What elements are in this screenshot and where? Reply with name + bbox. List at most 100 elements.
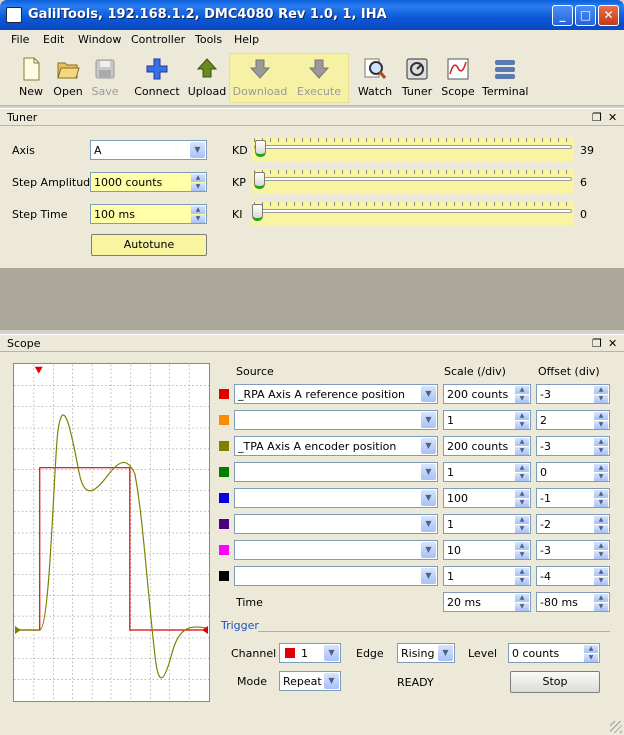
channel-scale-spinbox[interactable]: 1 ▲ ▼: [443, 462, 531, 482]
execute-button[interactable]: Execute: [293, 50, 345, 104]
download-button[interactable]: Download: [232, 50, 288, 104]
channel-scale-spinbox[interactable]: 1 ▲ ▼: [443, 514, 531, 534]
channel-source-select[interactable]: ▼: [234, 462, 438, 482]
spin-up-icon[interactable]: ▲: [594, 490, 608, 498]
channel-source-select[interactable]: _RPA Axis A reference position ▼: [234, 384, 438, 404]
menu-file[interactable]: File: [11, 33, 29, 46]
kd-slider-handle[interactable]: [255, 140, 266, 157]
spin-down-icon[interactable]: ▼: [515, 473, 529, 481]
step-amplitude-spinbox[interactable]: 1000 counts ▲ ▼: [90, 172, 207, 192]
channel-source-select[interactable]: ▼: [234, 566, 438, 586]
mode-select[interactable]: Repeat ▼: [279, 671, 341, 691]
spin-up-icon[interactable]: ▲: [594, 568, 608, 576]
stop-button[interactable]: Stop: [510, 671, 600, 693]
menu-edit[interactable]: Edit: [43, 33, 64, 46]
kp-slider-handle[interactable]: [254, 172, 265, 189]
channel-offset-spinbox[interactable]: -4 ▲ ▼: [536, 566, 610, 586]
time-offset-spinbox[interactable]: -80 ms ▲ ▼: [536, 592, 610, 612]
scope-button[interactable]: Scope: [440, 50, 476, 104]
channel-scale-spinbox[interactable]: 1 ▲ ▼: [443, 566, 531, 586]
axis-select[interactable]: A ▼: [90, 140, 207, 160]
spin-down-icon[interactable]: ▼: [594, 551, 608, 559]
spin-down-icon[interactable]: ▼: [594, 499, 608, 507]
connect-button[interactable]: Connect: [134, 50, 180, 104]
channel-offset-spinbox[interactable]: -1 ▲ ▼: [536, 488, 610, 508]
spin-down-icon[interactable]: ▼: [594, 603, 608, 611]
ki-slider-handle[interactable]: [252, 204, 263, 221]
channel-scale-spinbox[interactable]: 100 ▲ ▼: [443, 488, 531, 508]
spin-down-icon[interactable]: ▼: [584, 654, 598, 662]
scope-float-icon[interactable]: ❐: [592, 337, 602, 350]
channel-offset-spinbox[interactable]: -3 ▲ ▼: [536, 540, 610, 560]
spin-down-icon[interactable]: ▼: [515, 499, 529, 507]
spin-down-icon[interactable]: ▼: [594, 421, 608, 429]
channel-offset-spinbox[interactable]: 0 ▲ ▼: [536, 462, 610, 482]
channel-source-select[interactable]: _TPA Axis A encoder position ▼: [234, 436, 438, 456]
kd-slider[interactable]: [252, 137, 574, 161]
spin-up-icon[interactable]: ▲: [191, 174, 205, 182]
tuner-float-icon[interactable]: ❐: [592, 111, 602, 124]
spin-up-icon[interactable]: ▲: [191, 206, 205, 214]
level-spinbox[interactable]: 0 counts ▲ ▼: [508, 643, 600, 663]
spin-down-icon[interactable]: ▼: [515, 395, 529, 403]
spin-up-icon[interactable]: ▲: [515, 490, 529, 498]
spin-up-icon[interactable]: ▲: [515, 542, 529, 550]
spin-down-icon[interactable]: ▼: [515, 421, 529, 429]
spin-down-icon[interactable]: ▼: [191, 215, 205, 223]
spin-up-icon[interactable]: ▲: [515, 594, 529, 602]
minimize-button[interactable]: _: [552, 5, 573, 26]
menu-help[interactable]: Help: [234, 33, 259, 46]
terminal-button[interactable]: Terminal: [482, 50, 529, 104]
channel-source-select[interactable]: ▼: [234, 514, 438, 534]
channel-offset-spinbox[interactable]: -3 ▲ ▼: [536, 384, 610, 404]
menu-controller[interactable]: Controller: [131, 33, 185, 46]
channel-source-select[interactable]: ▼: [234, 540, 438, 560]
spin-up-icon[interactable]: ▲: [594, 464, 608, 472]
tuner-close-icon[interactable]: ✕: [608, 111, 617, 124]
resize-grip-icon[interactable]: [610, 721, 622, 733]
spin-up-icon[interactable]: ▲: [594, 516, 608, 524]
spin-up-icon[interactable]: ▲: [515, 568, 529, 576]
time-scale-spinbox[interactable]: 20 ms ▲ ▼: [443, 592, 531, 612]
menu-tools[interactable]: Tools: [195, 33, 222, 46]
tuner-button[interactable]: Tuner: [400, 50, 434, 104]
spin-up-icon[interactable]: ▲: [594, 386, 608, 394]
menu-window[interactable]: Window: [78, 33, 121, 46]
spin-down-icon[interactable]: ▼: [594, 525, 608, 533]
channel-scale-spinbox[interactable]: 10 ▲ ▼: [443, 540, 531, 560]
spin-down-icon[interactable]: ▼: [515, 603, 529, 611]
spin-down-icon[interactable]: ▼: [515, 577, 529, 585]
spin-down-icon[interactable]: ▼: [515, 551, 529, 559]
close-button[interactable]: ✕: [598, 5, 619, 26]
channel-offset-spinbox[interactable]: 2 ▲ ▼: [536, 410, 610, 430]
spin-up-icon[interactable]: ▲: [594, 438, 608, 446]
open-button[interactable]: Open: [50, 50, 86, 104]
channel-offset-spinbox[interactable]: -2 ▲ ▼: [536, 514, 610, 534]
autotune-button[interactable]: Autotune: [91, 234, 207, 256]
watch-button[interactable]: Watch: [356, 50, 394, 104]
channel-offset-spinbox[interactable]: -3 ▲ ▼: [536, 436, 610, 456]
channel-scale-spinbox[interactable]: 200 counts ▲ ▼: [443, 384, 531, 404]
ki-slider[interactable]: [252, 201, 574, 225]
step-time-spinbox[interactable]: 100 ms ▲ ▼: [90, 204, 207, 224]
channel-scale-spinbox[interactable]: 1 ▲ ▼: [443, 410, 531, 430]
save-button[interactable]: Save: [88, 50, 122, 104]
spin-down-icon[interactable]: ▼: [515, 447, 529, 455]
spin-up-icon[interactable]: ▲: [515, 464, 529, 472]
spin-down-icon[interactable]: ▼: [515, 525, 529, 533]
edge-select[interactable]: Rising ▼: [397, 643, 455, 663]
upload-button[interactable]: Upload: [186, 50, 228, 104]
spin-down-icon[interactable]: ▼: [594, 447, 608, 455]
spin-up-icon[interactable]: ▲: [515, 516, 529, 524]
channel-source-select[interactable]: ▼: [234, 488, 438, 508]
spin-down-icon[interactable]: ▼: [191, 183, 205, 191]
spin-up-icon[interactable]: ▲: [515, 438, 529, 446]
spin-up-icon[interactable]: ▲: [594, 412, 608, 420]
scope-plot[interactable]: [13, 363, 210, 702]
spin-up-icon[interactable]: ▲: [594, 594, 608, 602]
maximize-button[interactable]: □: [575, 5, 596, 26]
spin-up-icon[interactable]: ▲: [515, 386, 529, 394]
spin-down-icon[interactable]: ▼: [594, 395, 608, 403]
kp-slider[interactable]: [252, 169, 574, 193]
new-button[interactable]: New: [14, 50, 48, 104]
